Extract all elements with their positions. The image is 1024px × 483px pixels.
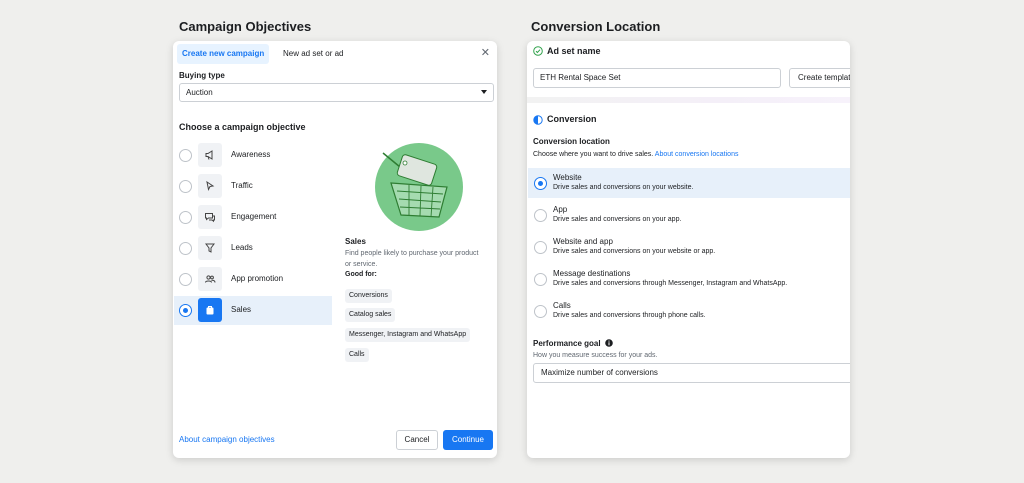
performance-goal-select[interactable]: Maximize number of conversions — [533, 363, 850, 383]
shopping-bag-icon — [198, 298, 222, 322]
location-description: Drive sales and conversions through phon… — [553, 312, 706, 319]
good-for-chip: Calls — [345, 348, 369, 362]
objective-heading: Choose a campaign objective — [179, 122, 306, 132]
sales-illustration — [375, 143, 463, 231]
create-template-button[interactable]: Create template — [789, 68, 850, 88]
performance-goal-text: Performance goal — [533, 339, 601, 348]
radio-button[interactable] — [179, 149, 192, 162]
performance-goal-sub: How you measure success for your ads. — [533, 352, 658, 359]
tab-create-new-campaign[interactable]: Create new campaign — [177, 44, 270, 64]
good-for-chip: Conversions — [345, 289, 392, 303]
conversion-location-sub: Choose where you want to drive sales. Ab… — [533, 151, 738, 158]
conversion-heading: Conversion — [547, 114, 597, 124]
objective-label: Engagement — [231, 212, 277, 221]
objective-detail-description: Find people likely to purchase your prod… — [345, 250, 479, 268]
half-circle-icon — [533, 115, 543, 125]
location-description: Drive sales and conversions on your app. — [553, 216, 682, 223]
people-icon — [198, 267, 222, 291]
location-title: Website and app — [553, 237, 613, 246]
radio-button[interactable] — [534, 273, 547, 286]
radio-button[interactable] — [179, 273, 192, 286]
buying-type-select[interactable]: Auction — [179, 83, 494, 102]
location-description: Drive sales and conversions on your webs… — [553, 184, 694, 191]
objective-label: Awareness — [231, 150, 271, 159]
radio-button[interactable] — [534, 209, 547, 222]
radio-button-selected[interactable] — [534, 177, 547, 190]
location-option-message-destinations[interactable]: Message destinations Drive sales and con… — [528, 264, 850, 294]
objective-traffic[interactable]: Traffic — [174, 172, 332, 201]
radio-button[interactable] — [179, 211, 192, 224]
radio-button[interactable] — [534, 305, 547, 318]
radio-button-selected[interactable] — [179, 304, 192, 317]
objective-label: Traffic — [231, 181, 253, 190]
info-icon[interactable] — [605, 339, 613, 347]
location-option-website[interactable]: Website Drive sales and conversions on y… — [528, 168, 850, 198]
location-description: Drive sales and conversions on your webs… — [553, 248, 716, 255]
campaign-objectives-title: Campaign Objectives — [179, 19, 312, 34]
continue-button[interactable]: Continue — [443, 430, 493, 450]
close-icon[interactable]: ✕ — [481, 46, 490, 60]
location-option-app[interactable]: App Drive sales and conversions on your … — [528, 200, 850, 230]
conversion-location-sub-text: Choose where you want to drive sales. — [533, 151, 654, 158]
check-circle-icon — [533, 46, 543, 56]
good-for-chip: Catalog sales — [345, 308, 396, 322]
ad-set-name-heading: Ad set name — [547, 46, 601, 56]
objective-awareness[interactable]: Awareness — [174, 141, 332, 170]
campaign-objectives-dialog: Create new campaign New ad set or ad ✕ B… — [173, 41, 497, 458]
radio-button[interactable] — [534, 241, 547, 254]
conversion-location-panel: Ad set name ETH Rental Space Set Create … — [527, 41, 850, 458]
buying-type-label: Buying type — [179, 71, 225, 80]
objective-sales[interactable]: Sales — [174, 296, 332, 325]
about-conversion-locations-link[interactable]: About conversion locations — [655, 151, 739, 158]
objective-label: Leads — [231, 243, 253, 252]
cancel-button[interactable]: Cancel — [396, 430, 438, 450]
megaphone-icon — [198, 143, 222, 167]
location-description: Drive sales and conversions through Mess… — [553, 280, 788, 287]
good-for-label: Good for: — [345, 271, 377, 278]
buying-type-value: Auction — [186, 88, 213, 97]
location-title: Website — [553, 173, 582, 182]
tab-new-ad-set-or-ad[interactable]: New ad set or ad — [283, 44, 343, 64]
objective-app-promotion[interactable]: App promotion — [174, 265, 332, 294]
objective-detail-title: Sales — [345, 237, 366, 246]
caret-down-icon — [481, 90, 487, 94]
conversion-location-label: Conversion location — [533, 137, 610, 146]
funnel-icon — [198, 236, 222, 260]
radio-button[interactable] — [179, 242, 192, 255]
location-title: Message destinations — [553, 269, 631, 278]
objective-label: Sales — [231, 305, 252, 314]
location-option-calls[interactable]: Calls Drive sales and conversions throug… — [528, 296, 850, 326]
location-title: App — [553, 205, 568, 214]
chat-bubbles-icon — [198, 205, 222, 229]
objective-label: App promotion — [231, 274, 284, 283]
conversion-location-title: Conversion Location — [531, 19, 661, 34]
location-title: Calls — [553, 301, 571, 310]
performance-goal-label: Performance goal — [533, 339, 613, 348]
location-option-website-and-app[interactable]: Website and app Drive sales and conversi… — [528, 232, 850, 262]
radio-button[interactable] — [179, 180, 192, 193]
cursor-icon — [198, 174, 222, 198]
objective-leads[interactable]: Leads — [174, 234, 332, 263]
objective-engagement[interactable]: Engagement — [174, 203, 332, 232]
section-divider — [527, 97, 850, 103]
good-for-chip: Messenger, Instagram and WhatsApp — [345, 328, 471, 342]
about-campaign-objectives-link[interactable]: About campaign objectives — [179, 435, 275, 444]
ad-set-name-input[interactable]: ETH Rental Space Set — [533, 68, 781, 88]
